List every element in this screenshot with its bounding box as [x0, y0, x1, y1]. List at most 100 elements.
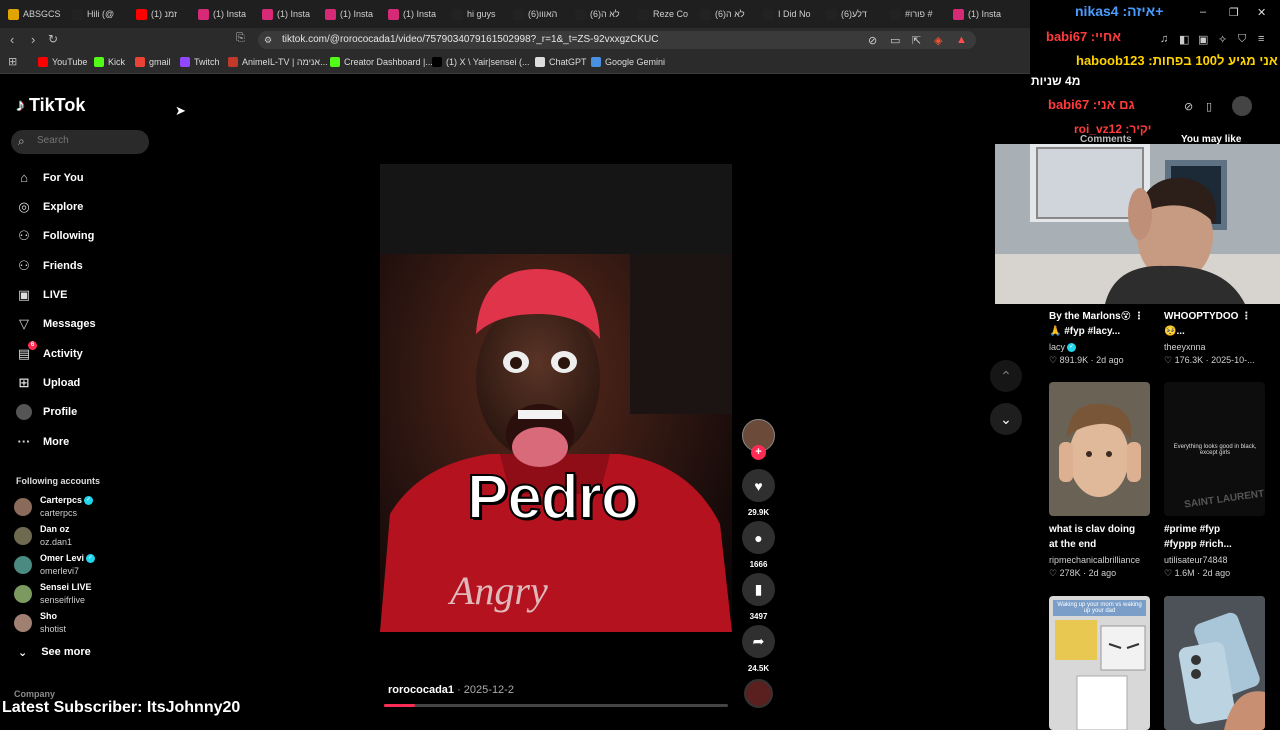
sidebar-item-friends[interactable]: ⚇ Friends: [16, 258, 83, 274]
card-title[interactable]: WHOOPTYDOO ⋮: [1164, 309, 1251, 324]
reload-icon[interactable]: ↻: [48, 32, 58, 46]
following-account[interactable]: Sensei LIVE senseifrlive: [14, 581, 92, 606]
bookmark-item[interactable]: YouTube: [38, 57, 87, 67]
card-title[interactable]: By the Marlons😵 ⋮: [1049, 309, 1144, 324]
bookmark-item[interactable]: Creator Dashboard |...: [330, 57, 433, 67]
bookmark-item[interactable]: Twitch: [180, 57, 220, 67]
following-account[interactable]: Sho shotist: [14, 610, 66, 635]
device-icon[interactable]: ▯: [1206, 100, 1212, 113]
url-field[interactable]: ⚙ tiktok.com/@rorococada1/video/75790340…: [258, 31, 976, 49]
bookmark-item[interactable]: Kick: [94, 57, 125, 67]
like-action[interactable]: ♥ 29.9K: [742, 469, 775, 517]
back-icon[interactable]: ‹: [10, 32, 14, 47]
browser-tab[interactable]: (1) Insta: [325, 4, 383, 24]
browser-tab[interactable]: hi guys: [452, 4, 510, 24]
browser-tab[interactable]: ABSGCS: [8, 4, 66, 24]
search-input[interactable]: [37, 135, 142, 146]
thumbnail-video-3[interactable]: [1049, 382, 1150, 516]
browser-tab[interactable]: I Did No: [763, 4, 821, 24]
sidebar-item-explore[interactable]: ◎ Explore: [16, 199, 83, 215]
site-info-icon[interactable]: ⚙: [264, 35, 272, 46]
bookmark-item[interactable]: gmail: [135, 57, 171, 67]
sidebar-item-messages[interactable]: ▽ Messages: [16, 316, 96, 332]
brave-shield-icon[interactable]: ◈: [934, 34, 942, 47]
media-icon[interactable]: ♫: [1160, 33, 1168, 45]
minimize-icon[interactable]: –: [1200, 6, 1206, 18]
sidebar-item-activity[interactable]: ▤ 6 Activity: [16, 341, 83, 362]
shield-icon[interactable]: ⛉: [1238, 33, 1246, 46]
card-title[interactable]: #fyppp #rich...: [1164, 537, 1232, 552]
see-more-button[interactable]: ⌄ See more: [18, 646, 91, 659]
user-avatar[interactable]: [1232, 96, 1252, 116]
compass-small-icon[interactable]: ⊘: [1184, 100, 1193, 113]
browser-tab[interactable]: #פורו #: [890, 4, 948, 24]
following-account[interactable]: Carterpcs ✓ carterpcs: [14, 494, 94, 519]
bookmark-item[interactable]: AnimeIL-TV | אנימה...: [228, 57, 328, 67]
card-title[interactable]: #prime #fyp: [1164, 522, 1220, 537]
card-author[interactable]: theeyxnna: [1164, 341, 1206, 354]
card-title[interactable]: 🥺...: [1164, 324, 1185, 339]
card-title[interactable]: 🙏 #fyp #lacy...: [1049, 324, 1120, 339]
browser-tab[interactable]: (1) Insta: [388, 4, 446, 24]
card-title[interactable]: at the end: [1049, 537, 1096, 552]
no-camera-icon[interactable]: ⊘: [868, 34, 877, 47]
browser-tab[interactable]: Reze Co: [638, 4, 696, 24]
menu-icon[interactable]: ≡: [1258, 33, 1264, 45]
browser-tab[interactable]: (6)לא ה: [700, 4, 758, 24]
save-action[interactable]: ▮ 3497: [742, 573, 775, 621]
sidebar-item-more[interactable]: ··· More: [16, 434, 70, 449]
comment-action[interactable]: ● 1666: [742, 521, 775, 569]
video-author-line[interactable]: rorococada1 · 2025-12-2: [388, 684, 514, 696]
bookmark-save-icon[interactable]: ▮: [742, 573, 775, 606]
extension-icon[interactable]: ✧: [1218, 33, 1227, 46]
thumbnail-video-6[interactable]: [1164, 596, 1265, 730]
wallet-icon[interactable]: ▣: [1198, 33, 1208, 46]
browser-tab[interactable]: (6)דלע: [826, 4, 884, 24]
browser-tab[interactable]: (1) Insta: [262, 4, 320, 24]
browser-tab[interactable]: (6)האווו: [513, 4, 571, 24]
video-player[interactable]: Angry: [380, 164, 732, 632]
browser-tab[interactable]: (1) Insta: [953, 4, 1011, 24]
browser-tab[interactable]: (1) זמנ: [136, 4, 194, 24]
bookmark-item[interactable]: ChatGPT: [535, 57, 587, 67]
following-account[interactable]: Omer Levi ✓ omerlevi7: [14, 552, 96, 577]
sidebar-item-for-you[interactable]: ⌂ For You: [16, 170, 83, 185]
thumbnail-video-5[interactable]: Waking up your mom vs waking up your dad: [1049, 596, 1150, 730]
tiktok-logo[interactable]: ♪ TikTok: [16, 95, 85, 116]
next-video-button[interactable]: ⌄: [990, 403, 1022, 435]
search-icon[interactable]: ⌕: [18, 134, 25, 149]
comment-icon[interactable]: ●: [742, 521, 775, 554]
sidebar-icon[interactable]: ◧: [1179, 33, 1189, 46]
previous-video-button[interactable]: ⌃: [990, 360, 1022, 392]
bookmark-item[interactable]: (1) X \ Yair|sensei (...: [432, 57, 530, 67]
card-title[interactable]: what is clav doing: [1049, 522, 1135, 537]
bookmark-item[interactable]: Google Gemini: [591, 57, 665, 67]
search-box[interactable]: ⌕: [11, 130, 149, 154]
forward-icon[interactable]: ›: [31, 32, 35, 47]
cast-icon[interactable]: ▭: [890, 34, 900, 47]
share-arrow-icon[interactable]: ➦: [742, 625, 775, 658]
share-icon[interactable]: ⇱: [912, 34, 921, 47]
following-account[interactable]: Dan oz oz.dan1: [14, 523, 72, 548]
music-disc-icon[interactable]: [744, 679, 773, 708]
close-icon[interactable]: ✕: [1257, 6, 1266, 19]
video-author[interactable]: rorococada1: [388, 684, 454, 696]
browser-tab[interactable]: (6)לא ה: [575, 4, 633, 24]
thumbnail-video-4[interactable]: Everything looks good in black, except g…: [1164, 382, 1265, 516]
sidebar-item-following[interactable]: ⚇ Following: [16, 228, 94, 244]
sidebar-item-profile[interactable]: Profile: [16, 404, 77, 420]
heart-icon[interactable]: ♥: [742, 469, 775, 502]
follow-plus-icon[interactable]: +: [751, 445, 766, 460]
card-author[interactable]: lacy ✓: [1049, 341, 1077, 354]
sidebar-item-upload[interactable]: ⊞ Upload: [16, 375, 81, 391]
sidebar-item-live[interactable]: ▣ LIVE: [16, 287, 68, 303]
browser-tab[interactable]: (1) Insta: [198, 4, 256, 24]
company-link[interactable]: Company: [14, 689, 55, 699]
card-author[interactable]: utilisateur74848: [1164, 554, 1228, 567]
video-progress-bar[interactable]: [384, 704, 728, 707]
card-author[interactable]: ripmechanicalbrilliance: [1049, 554, 1140, 567]
browser-tab[interactable]: Hili (@: [72, 4, 130, 24]
share-action[interactable]: ➦ 24.5K: [742, 625, 775, 673]
rewards-icon[interactable]: ▲: [956, 34, 967, 46]
apps-grid-icon[interactable]: ⊞: [8, 55, 17, 68]
